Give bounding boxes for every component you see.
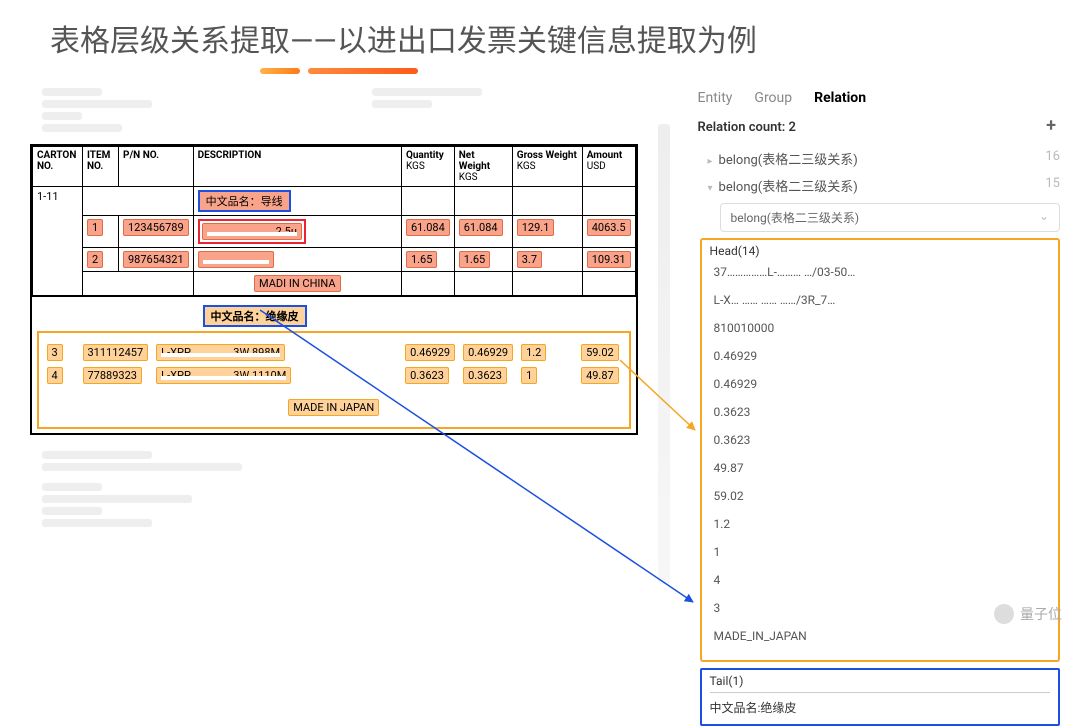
section2-box: 3 311112457 L-XPP………………3W 898M 0.46929 0…	[37, 331, 632, 429]
table-row: 3 311112457 L-XPP………………3W 898M 0.46929 0…	[43, 341, 626, 364]
table-row: MADI IN CHINA	[33, 272, 636, 297]
add-relation-button[interactable]: +	[1046, 120, 1056, 135]
list-item: MADE_IN_JAPAN	[710, 622, 1050, 650]
table-row: 2 987654321 ……………………… 1.65 1.65 3.7 109.…	[33, 248, 636, 272]
tab-entity[interactable]: Entity	[698, 90, 733, 106]
divider	[658, 124, 670, 584]
list-item: 49.87	[710, 454, 1050, 482]
table-row: 4 77889323 L-XPP………………3W 1110M 0.3623 0.…	[43, 364, 626, 387]
wechat-icon	[994, 604, 1014, 624]
list-item: 0.46929	[710, 342, 1050, 370]
relation-count-label: Relation count: 2	[698, 120, 796, 135]
relation-item[interactable]: belong(表格二三级关系) 15	[690, 172, 1068, 199]
list-item: 0.3623	[710, 426, 1050, 454]
relation-select[interactable]: belong(表格二三级关系) ⌄	[720, 203, 1060, 232]
list-item: 0.3623	[710, 398, 1050, 426]
document-pane: CARTON NO. ITEM NO. P/N NO. DESCRIPTION …	[30, 84, 638, 726]
origin-label: MADE IN JAPAN	[288, 399, 379, 416]
relation-panel: Entity Group Relation Relation count: 2 …	[690, 84, 1068, 726]
list-item: L-X… …… …… ……/3R_7…	[710, 286, 1050, 314]
list-item: 37……………L-……… …/03-50…	[710, 258, 1050, 286]
watermark: 量子位	[994, 604, 1062, 624]
tail-item: 中文品名:绝缘皮	[710, 699, 1050, 716]
section2-desc-label: 中文品名：绝缘皮	[203, 305, 307, 327]
list-item: 0.46929	[710, 370, 1050, 398]
section1-desc-label: 中文品名：导线	[198, 190, 291, 212]
list-item: 1.2	[710, 510, 1050, 538]
title-accent	[260, 68, 1080, 74]
page-title: 表格层级关系提取——以进出口发票关键信息提取为例	[0, 0, 1080, 68]
chevron-down-icon: ⌄	[1039, 209, 1049, 226]
tab-group[interactable]: Group	[754, 90, 792, 106]
head-box: Head(14) 37……………L-……… …/03-50… L-X… …… ……	[700, 238, 1060, 662]
list-item: 810010000	[710, 314, 1050, 342]
invoice-table: CARTON NO. ITEM NO. P/N NO. DESCRIPTION …	[30, 144, 638, 435]
tab-relation[interactable]: Relation	[814, 90, 866, 106]
tail-box: Tail(1) 中文品名:绝缘皮	[700, 668, 1060, 726]
list-item: 1	[710, 538, 1050, 566]
table-row: 1-11 中文品名：导线	[33, 187, 636, 216]
head-list: 37……………L-……… …/03-50… L-X… …… …… ……/3R_7…	[710, 258, 1050, 650]
origin-label: MADI IN CHINA	[254, 275, 341, 292]
list-item: 59.02	[710, 482, 1050, 510]
relation-item[interactable]: belong(表格二三级关系) 16	[690, 145, 1068, 172]
table-row: 1 123456789 ……………………… 2.5u 61.084 61.084…	[33, 216, 636, 248]
list-item: 4	[710, 566, 1050, 594]
